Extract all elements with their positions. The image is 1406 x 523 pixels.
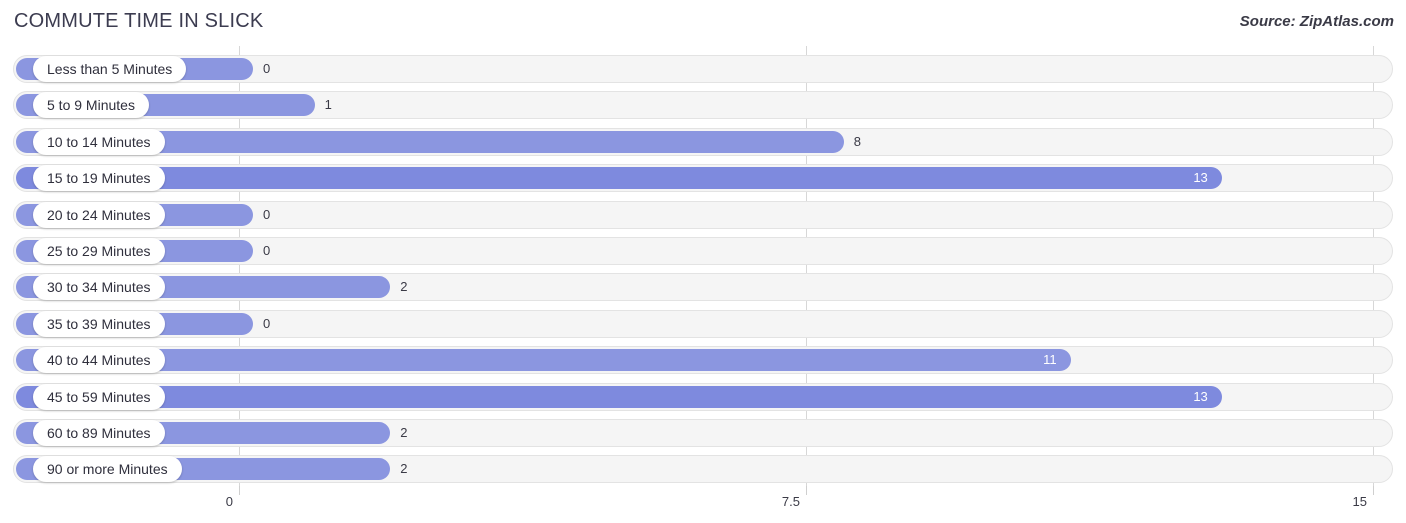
bar-value-label: 0 bbox=[263, 61, 271, 76]
plot-area: 0 Less than 5 Minutes 1 5 to 9 Minutes 8 10 t… bbox=[0, 46, 1406, 486]
bar-row[interactable]: 0 Less than 5 Minutes bbox=[13, 55, 1393, 83]
bar[interactable]: 13 bbox=[16, 167, 1222, 190]
bar-value-label: 2 bbox=[400, 461, 408, 477]
bar-value-label: 13 bbox=[1193, 388, 1208, 404]
bar-row[interactable]: 0 20 to 24 Minutes bbox=[13, 200, 1393, 229]
bar-value-label: 0 bbox=[263, 315, 271, 331]
bar[interactable]: 13 bbox=[16, 385, 1222, 408]
bar-value-label: 8 bbox=[853, 133, 862, 149]
axis-tick-label: 15 bbox=[1352, 494, 1367, 509]
commute-time-bar-chart: COMMUTE TIME IN SLICK Source: ZipAtlas.c… bbox=[0, 0, 1406, 523]
source-attribution: Source: ZipAtlas.com bbox=[1239, 13, 1394, 30]
category-label: 35 to 39 Minutes bbox=[33, 310, 165, 337]
chart-header: COMMUTE TIME IN SLICK Source: ZipAtlas.c… bbox=[0, 0, 1406, 46]
axis-tick bbox=[1373, 486, 1374, 495]
axis-tick-label: 7.5 bbox=[781, 494, 800, 509]
axis-tick bbox=[806, 486, 807, 495]
category-label: 45 to 59 Minutes bbox=[33, 383, 165, 410]
category-label: 30 to 34 Minutes bbox=[33, 274, 165, 301]
bar-row[interactable]: 1 5 to 9 Minutes bbox=[13, 91, 1393, 120]
category-label: 40 to 44 Minutes bbox=[33, 347, 165, 374]
x-axis: 0 7.5 15 bbox=[0, 486, 1406, 523]
category-label: 20 to 24 Minutes bbox=[33, 201, 165, 228]
bar-value-label: 2 bbox=[400, 279, 408, 295]
category-label: 10 to 14 Minutes bbox=[33, 128, 165, 155]
bar-value-label: 11 bbox=[1043, 352, 1057, 368]
category-label: 60 to 89 Minutes bbox=[33, 420, 165, 446]
axis-tick-label: 0 bbox=[225, 494, 233, 509]
bar-row[interactable]: 2 60 to 89 Minutes bbox=[13, 419, 1393, 447]
category-label: Less than 5 Minutes bbox=[33, 56, 187, 82]
bar-rows: 0 Less than 5 Minutes 1 5 to 9 Minutes 8 10 t… bbox=[0, 46, 1406, 486]
bar-row[interactable]: 0 35 to 39 Minutes bbox=[13, 309, 1393, 338]
bar-row[interactable]: 8 10 to 14 Minutes bbox=[13, 127, 1393, 156]
category-label: 15 to 19 Minutes bbox=[33, 165, 165, 192]
bar-value-label: 0 bbox=[263, 206, 271, 222]
category-label: 90 or more Minutes bbox=[33, 456, 182, 483]
bar-value-label: 13 bbox=[1193, 170, 1208, 186]
category-label: 5 to 9 Minutes bbox=[33, 92, 149, 119]
bar-value-label: 2 bbox=[400, 425, 408, 440]
bar-value-label: 0 bbox=[263, 243, 271, 258]
category-label: 25 to 29 Minutes bbox=[33, 238, 165, 264]
bar[interactable]: 11 bbox=[16, 349, 1071, 372]
bar-row[interactable]: 11 40 to 44 Minutes bbox=[13, 346, 1393, 375]
bar-row[interactable]: 13 45 to 59 Minutes bbox=[13, 382, 1393, 411]
bar-row[interactable]: 0 25 to 29 Minutes bbox=[13, 237, 1393, 265]
axis-tick bbox=[239, 486, 240, 495]
bar-row[interactable]: 2 90 or more Minutes bbox=[13, 455, 1393, 484]
bar-value-label: 1 bbox=[324, 97, 332, 113]
bar-row[interactable]: 13 15 to 19 Minutes bbox=[13, 164, 1393, 193]
bar-row[interactable]: 2 30 to 34 Minutes bbox=[13, 273, 1393, 302]
page-title: COMMUTE TIME IN SLICK bbox=[14, 10, 264, 32]
